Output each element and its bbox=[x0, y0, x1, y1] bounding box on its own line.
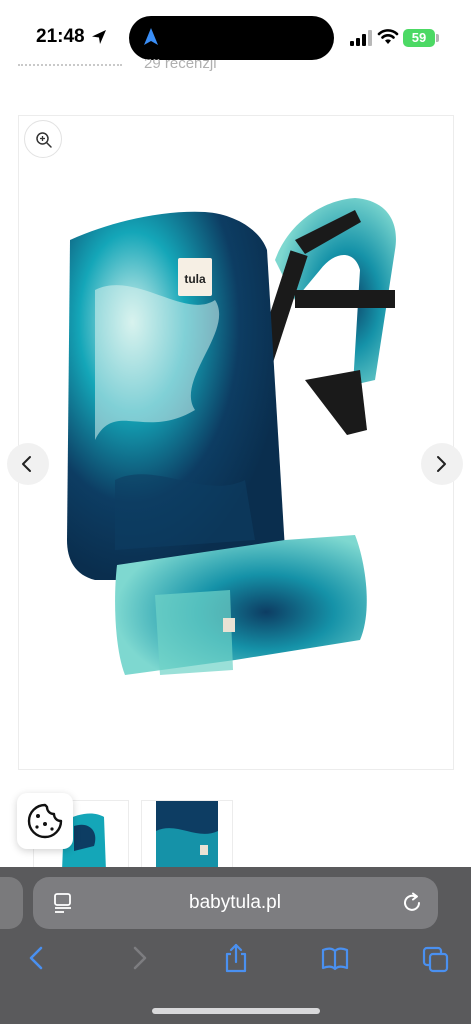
brand-tag: tula bbox=[184, 272, 206, 286]
tabs-icon[interactable] bbox=[421, 942, 451, 974]
rating-count: 29 recenzji bbox=[144, 59, 217, 72]
thumbnail-image bbox=[156, 801, 218, 869]
bookmarks-icon[interactable] bbox=[320, 942, 350, 974]
home-indicator bbox=[152, 1008, 320, 1014]
gallery-next-button[interactable] bbox=[421, 443, 463, 485]
status-time: 21:48 bbox=[36, 26, 85, 47]
url-text[interactable]: babytula.pl bbox=[140, 892, 330, 914]
reload-icon[interactable] bbox=[401, 892, 423, 914]
product-image-carrier: tula bbox=[67, 198, 396, 675]
chevron-right-icon bbox=[437, 456, 446, 472]
share-icon[interactable] bbox=[221, 942, 251, 974]
gallery-prev-button[interactable] bbox=[7, 443, 49, 485]
zoom-icon bbox=[36, 132, 52, 148]
gallery-thumbnail[interactable] bbox=[141, 800, 233, 870]
forward-icon[interactable] bbox=[124, 942, 154, 974]
rating-stars bbox=[18, 64, 122, 66]
previous-tab-peek[interactable] bbox=[0, 877, 23, 929]
battery-cap bbox=[436, 34, 439, 42]
chevron-left-icon bbox=[22, 456, 31, 472]
location-arrow-icon bbox=[92, 30, 106, 44]
back-icon[interactable] bbox=[22, 942, 52, 974]
battery-icon: 59 bbox=[403, 29, 435, 47]
cookie-icon bbox=[27, 803, 63, 839]
zoom-button[interactable] bbox=[24, 120, 62, 158]
status-bar: 21:48 59 bbox=[0, 0, 471, 60]
rating-row[interactable]: 29 recenzji bbox=[18, 59, 278, 77]
wifi-icon bbox=[377, 29, 399, 44]
signal-icon bbox=[350, 30, 372, 46]
cookie-settings-button[interactable] bbox=[17, 793, 73, 849]
page-menu-icon[interactable] bbox=[52, 892, 74, 914]
navigation-icon bbox=[144, 28, 158, 45]
